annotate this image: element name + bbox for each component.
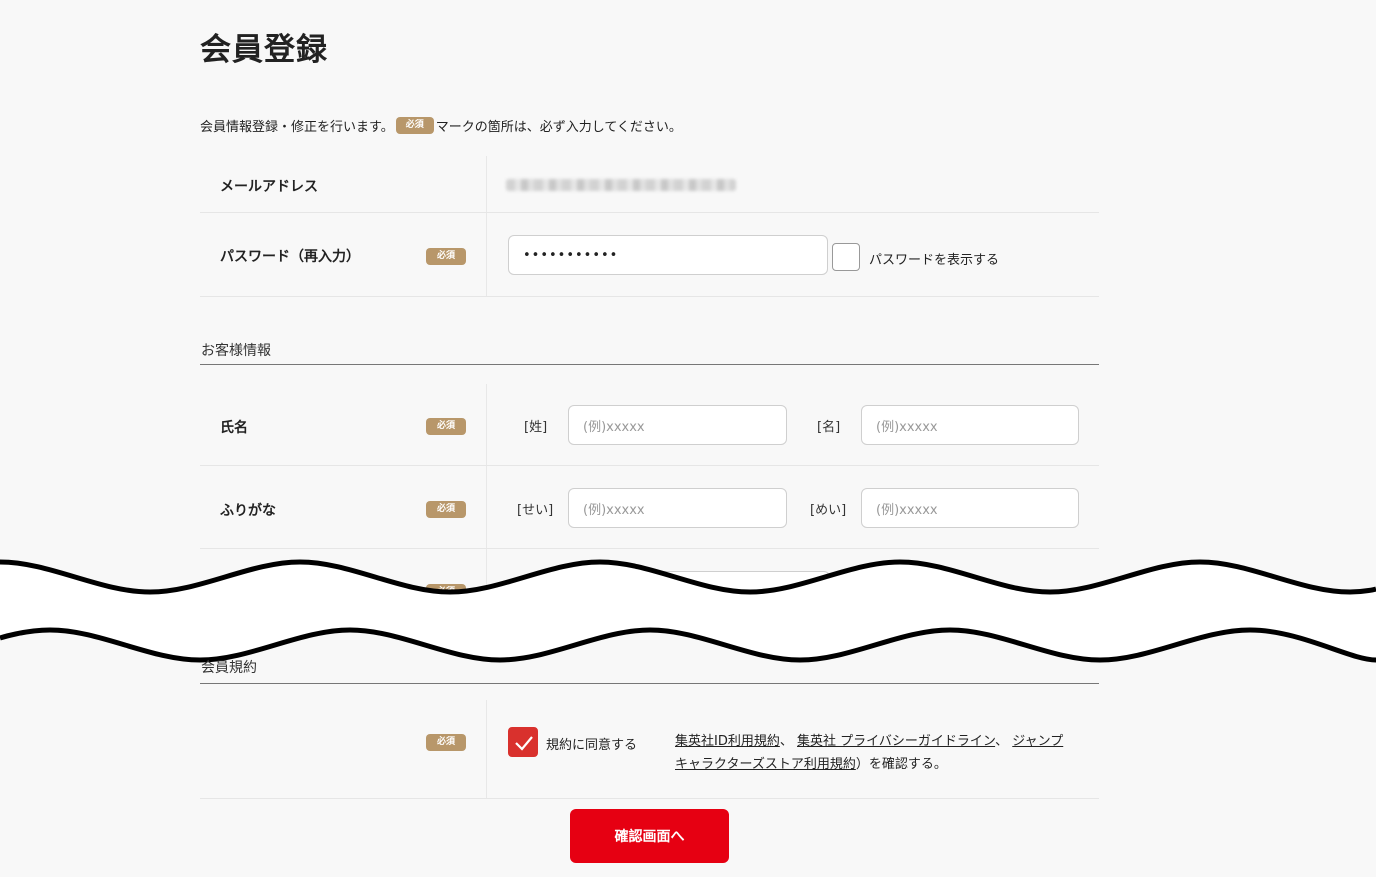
link-shueisha-id-terms[interactable]: 集英社ID利用規約: [675, 734, 780, 749]
separator: 、: [779, 734, 793, 749]
show-password-checkbox[interactable]: [832, 243, 860, 271]
furigana-row: ふりがな 必須 [せい] (例)xxxxx [めい] (例)xxxxx: [200, 466, 1099, 549]
terms-section-title: 会員規約: [201, 660, 257, 676]
password-label: パスワード（再入力）: [220, 249, 360, 265]
required-badge: 必須: [395, 117, 434, 134]
agree-label: 規約に同意する: [546, 738, 638, 753]
intro-text: 会員情報登録・修正を行います。 必須 マークの箇所は、必ず入力してください。: [200, 116, 682, 135]
first-kana-prefix: [めい]: [810, 503, 847, 518]
intro-after: マークの箇所は、必ず入力してください。: [435, 120, 682, 135]
show-password-label: パスワードを表示する: [869, 253, 1000, 268]
required-badge: 必須: [426, 418, 466, 435]
email-value-redacted: [506, 179, 736, 191]
last-kana-input[interactable]: (例)xxxxx: [568, 488, 787, 528]
terms-links-text: 集英社ID利用規約、 集英社 プライバシーガイドライン、 ジャンプキャラクターズ…: [675, 730, 1075, 776]
email-label: メールアドレス: [220, 179, 318, 195]
required-badge: 必須: [426, 734, 466, 751]
separator: 、: [995, 734, 1009, 749]
furigana-label: ふりがな: [220, 503, 276, 519]
intro-before: 会員情報登録・修正を行います。: [200, 120, 394, 135]
required-badge: 必須: [426, 248, 466, 265]
password-input[interactable]: •••••••••••: [508, 235, 828, 275]
required-badge: 必須: [426, 501, 466, 518]
page-title: 会員登録: [200, 32, 328, 68]
section-divider: [200, 364, 1099, 365]
password-row: パスワード（再入力） 必須 ••••••••••• パスワードを表示する: [200, 213, 1099, 297]
last-name-input[interactable]: (例)xxxxx: [568, 405, 787, 445]
first-name-input[interactable]: (例)xxxxx: [861, 405, 1079, 445]
name-label: 氏名: [220, 420, 248, 436]
first-name-prefix: [名]: [817, 420, 841, 435]
agree-checkbox[interactable]: [508, 727, 538, 757]
email-row: メールアドレス: [200, 156, 1099, 213]
section-divider: [200, 683, 1099, 684]
terms-suffix: ）を確認する。: [855, 757, 947, 772]
page-break-wave: [0, 559, 1376, 663]
last-name-prefix: [姓]: [524, 420, 548, 435]
check-icon: [515, 736, 533, 751]
link-privacy-guideline[interactable]: 集英社 プライバシーガイドライン: [797, 734, 995, 749]
name-row: 氏名 必須 [姓] (例)xxxxx [名] (例)xxxxx: [200, 384, 1099, 466]
first-kana-input[interactable]: (例)xxxxx: [861, 488, 1079, 528]
confirm-button[interactable]: 確認画面へ: [570, 809, 729, 863]
last-kana-prefix: [せい]: [517, 503, 554, 518]
customer-section-title: お客様情報: [201, 343, 271, 359]
